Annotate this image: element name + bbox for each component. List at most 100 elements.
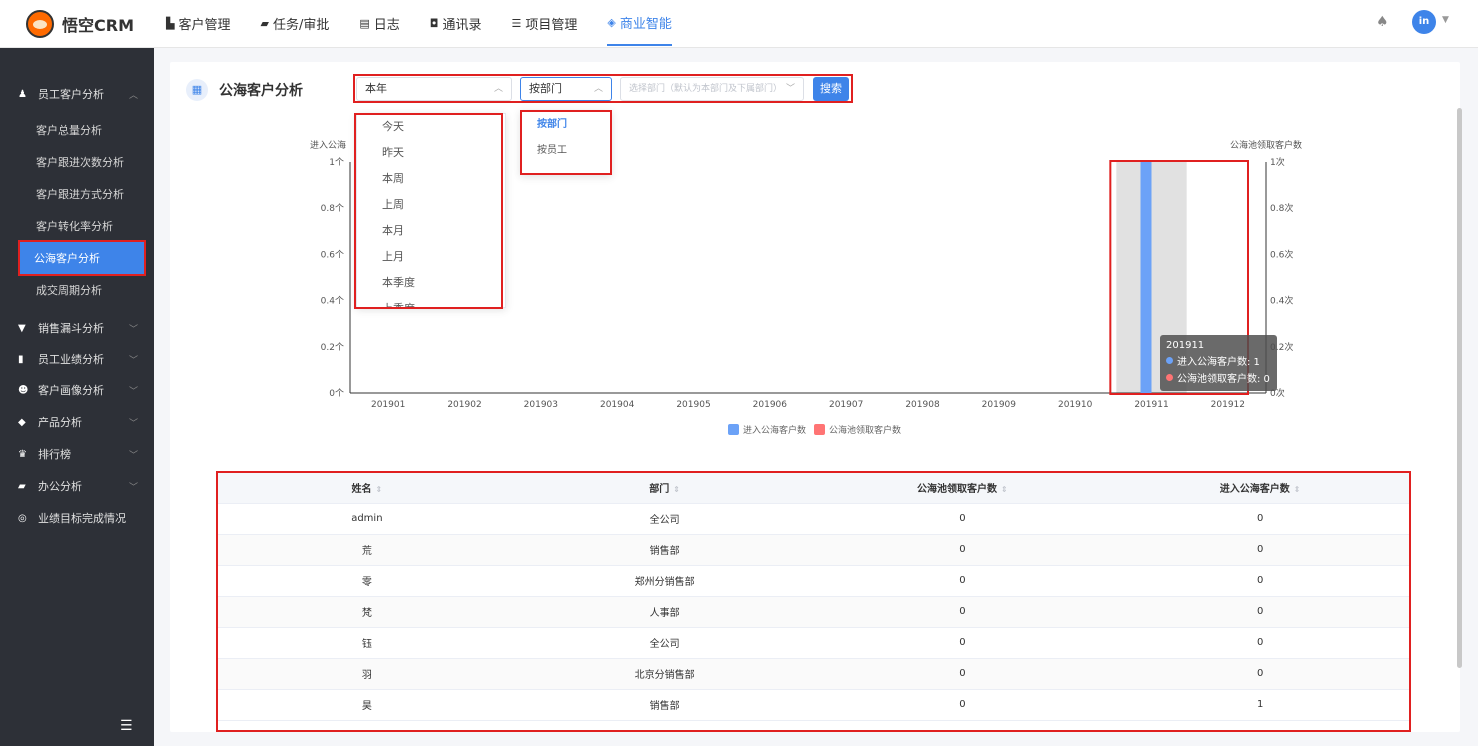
nav-item-label: 项目管理 — [525, 17, 578, 33]
blue-dot-icon — [1166, 357, 1173, 364]
table-cell: 羽 — [218, 658, 516, 690]
sort-icon[interactable]: ⇕ — [1001, 485, 1008, 494]
log-icon: ▤ — [359, 16, 370, 30]
sidebar-group-0[interactable]: ♟ 员工客户分析 ︿ — [0, 78, 154, 110]
legend-item[interactable]: 公海池领取客户数 — [814, 423, 901, 436]
table-cell: 0 — [1111, 534, 1409, 566]
chevron-up-icon: ︿ — [128, 90, 138, 101]
table-cell: 钰 — [218, 627, 516, 659]
table-row[interactable]: admin 全公司 0 0 — [218, 503, 1409, 535]
analysis-icon: ▦ — [186, 79, 208, 101]
dropdown-scrollbar[interactable] — [505, 114, 506, 240]
bell-icon[interactable]: ♠ — [1376, 14, 1389, 30]
nav-item-1[interactable]: ▰ 任务/审批 — [260, 0, 329, 46]
table-row[interactable]: 梵人事部 0 0 — [218, 596, 1409, 628]
sort-icon[interactable]: ⇕ — [1294, 485, 1301, 494]
table-cell: 人事部 — [515, 596, 814, 628]
nav-item-4[interactable]: ☰ 项目管理 — [511, 0, 577, 46]
sidebar-item-4[interactable]: 公海客户分析 — [18, 240, 146, 276]
briefcase-icon: ▰ — [18, 480, 26, 492]
chevron-up-icon: ︿ — [493, 84, 503, 94]
sidebar-group-2[interactable]: ▮ 员工业绩分析 ﹀ — [0, 343, 154, 375]
sidebar-group-1[interactable]: ▼ 销售漏斗分析 ﹀ — [0, 312, 154, 344]
table-row[interactable]: 羽北京分销售部 0 0 — [218, 658, 1409, 690]
app-name: 悟空CRM — [62, 16, 134, 35]
sidebar-group-6[interactable]: ▰ 办公分析 ﹀ — [0, 470, 154, 502]
bar-chart-icon: ▮ — [18, 353, 24, 365]
nav-item-label: 任务/审批 — [272, 17, 330, 33]
sort-icon[interactable]: ⇕ — [673, 485, 680, 494]
table-row[interactable]: 零郑州分销售部 0 0 — [218, 565, 1409, 597]
table-row[interactable]: 昊销售部 0 1 — [218, 689, 1409, 721]
sidebar-item-5[interactable]: 成交周期分析 — [0, 274, 154, 306]
sidebar-group-7[interactable]: ◎ 业绩目标完成情况 — [0, 502, 154, 534]
briefcase-icon: ▰ — [260, 16, 269, 30]
legend-item[interactable]: 进入公海客户数 — [728, 423, 806, 436]
red-dot-icon — [1166, 374, 1173, 381]
column-header[interactable]: 公海池领取客户数 ⇕ — [813, 473, 1112, 504]
trophy-icon: ♛ — [18, 448, 27, 460]
table-cell: 昊 — [218, 689, 516, 721]
chevron-down-icon: ﹀ — [128, 355, 138, 366]
column-header[interactable]: 姓名 ⇕ — [218, 473, 516, 504]
sidebar-item-2[interactable]: 客户跟进方式分析 — [0, 178, 154, 210]
sidebar-group-3[interactable]: ☻ 客户画像分析 ﹀ — [0, 374, 154, 406]
collapse-sidebar-icon[interactable]: ☰ — [120, 718, 133, 734]
department-select[interactable]: 选择部门（默认为本部门及下属部门） ﹀ — [620, 77, 804, 101]
department-placeholder: 选择部门（默认为本部门及下属部门） — [629, 84, 783, 94]
sidebar: ☰ ♟ 员工客户分析 ︿ ▼ 销售漏斗分析 ﹀ ▮ 员工业绩分析 ﹀ ☻ 客户画像分析 ﹀ ◆ 产品分析 ﹀… — [0, 48, 154, 746]
funnel-icon: ▼ — [18, 322, 26, 334]
monkey-logo-icon — [26, 10, 54, 38]
group-by-value: 按部门 — [529, 82, 562, 95]
table-cell: admin — [218, 503, 516, 535]
table-cell: 0 — [813, 689, 1112, 721]
table-row[interactable]: 钰全公司 0 0 — [218, 627, 1409, 659]
logo[interactable]: 悟空CRM — [26, 10, 134, 38]
table-cell: 0 — [813, 627, 1112, 659]
group-by-select[interactable]: 按部门 ︿ — [520, 77, 612, 101]
table-row[interactable]: 荒销售部 0 0 — [218, 534, 1409, 566]
page-title: 公海客户分析 — [219, 83, 303, 99]
nav-item-3[interactable]: ◘ 通讯录 — [430, 0, 482, 46]
sidebar-item-1[interactable]: 客户跟进次数分析 — [0, 146, 154, 178]
column-header-label: 姓名 — [351, 484, 372, 496]
nav-item-5[interactable]: ◈ 商业智能 — [607, 0, 672, 46]
nav-item-2[interactable]: ▤ 日志 — [359, 0, 399, 46]
table-cell: 0 — [1111, 658, 1409, 690]
sidebar-group-4[interactable]: ◆ 产品分析 ﹀ — [0, 406, 154, 438]
chevron-down-icon: ﹀ — [128, 450, 138, 461]
search-button[interactable]: 搜索 — [813, 77, 849, 101]
contacts-icon: ◘ — [429, 16, 439, 30]
sidebar-group-5[interactable]: ♛ 排行榜 ﹀ — [0, 438, 154, 470]
table-cell: 0 — [813, 658, 1112, 690]
page-scrollbar[interactable] — [1457, 108, 1462, 668]
group-option[interactable]: 按部门 — [522, 112, 610, 138]
chevron-down-icon: ﹀ — [128, 324, 138, 335]
table-cell: 销售部 — [515, 689, 814, 721]
column-header[interactable]: 部门 ⇕ — [515, 473, 814, 504]
sidebar-group-label: 排行榜 — [38, 448, 71, 461]
nav-item-label: 商业智能 — [619, 16, 672, 32]
chevron-down-icon[interactable]: ▼ — [1442, 15, 1449, 25]
avatar[interactable]: in — [1412, 10, 1436, 34]
group-by-dropdown: 按部门 按员工 — [520, 110, 612, 175]
time-range-select[interactable]: 本年 ︿ — [356, 77, 512, 101]
chart-tooltip: 201911 进入公海客户数: 1 公海池领取客户数: 0 — [1160, 335, 1277, 391]
column-header-label: 公海池领取客户数 — [917, 484, 998, 496]
sidebar-group-label: 员工业绩分析 — [38, 353, 104, 366]
nav-item-0[interactable]: ▙ 客户管理 — [166, 0, 230, 46]
legend-label: 进入公海客户数 — [743, 426, 807, 436]
table-cell: 0 — [813, 503, 1112, 535]
chevron-down-icon: ﹀ — [128, 386, 138, 397]
column-header[interactable]: 进入公海客户数 ⇕ — [1111, 473, 1409, 504]
chevron-down-icon: ﹀ — [128, 482, 138, 493]
nav-item-label: 通讯录 — [442, 17, 482, 33]
table-cell: 0 — [813, 534, 1112, 566]
table-cell: 全公司 — [515, 627, 814, 659]
table-cell: 1 — [1111, 689, 1409, 721]
sidebar-item-3[interactable]: 客户转化率分析 — [0, 210, 154, 242]
table-cell: 销售部 — [515, 534, 814, 566]
sort-icon[interactable]: ⇕ — [376, 485, 383, 494]
sidebar-item-0[interactable]: 客户总量分析 — [0, 114, 154, 146]
group-option[interactable]: 按员工 — [522, 138, 610, 164]
